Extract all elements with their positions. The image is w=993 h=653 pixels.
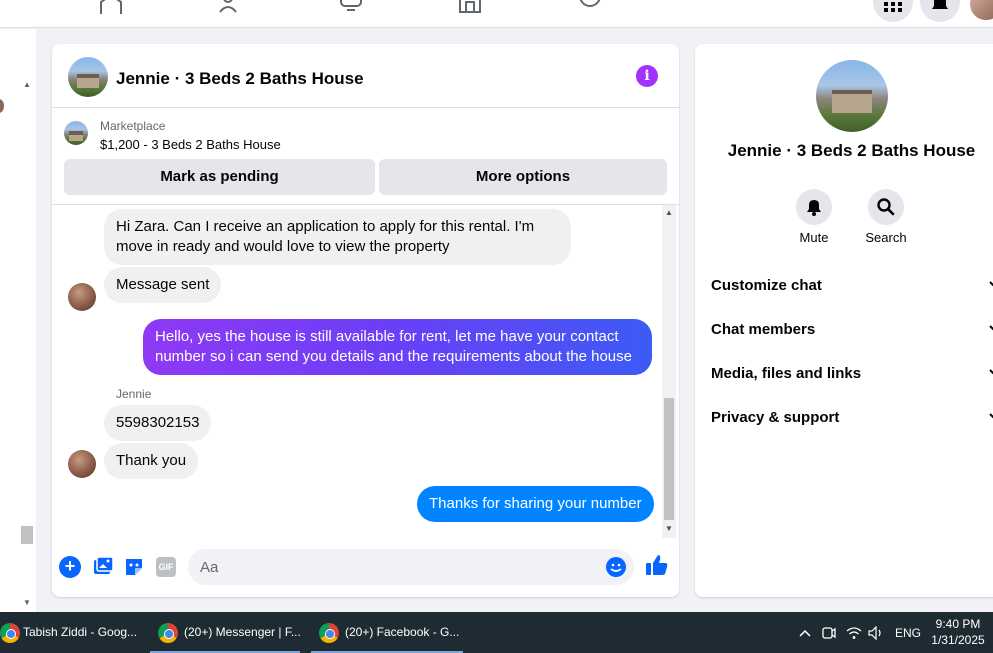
scrollbar-thumb[interactable] bbox=[664, 398, 674, 520]
scroll-up-arrow[interactable]: ▲ bbox=[665, 208, 673, 217]
chat-members-row[interactable]: Chat members bbox=[711, 319, 993, 341]
chrome-icon bbox=[319, 623, 339, 643]
listing-price[interactable]: $1,200 - 3 Beds 2 Baths House bbox=[100, 137, 281, 152]
wifi-icon[interactable] bbox=[846, 626, 862, 640]
friends-icon[interactable] bbox=[218, 0, 244, 14]
outgoing-message[interactable]: Hello, yes the house is still available … bbox=[143, 319, 652, 375]
menu-grid-button[interactable] bbox=[873, 0, 913, 22]
home-icon[interactable] bbox=[98, 0, 124, 14]
search-button[interactable] bbox=[868, 189, 904, 225]
image-icon[interactable] bbox=[92, 556, 114, 578]
mark-as-pending-button[interactable]: Mark as pending bbox=[64, 159, 375, 195]
left-scrollbar-thumb[interactable] bbox=[21, 526, 33, 544]
chevron-down-icon bbox=[989, 281, 993, 287]
chrome-icon bbox=[0, 623, 20, 643]
info-icon[interactable]: i bbox=[636, 65, 658, 87]
privacy-support-row[interactable]: Privacy & support bbox=[711, 407, 993, 429]
language-indicator[interactable]: ENG bbox=[895, 626, 921, 640]
taskbar-item-chrome-1[interactable]: Tabish Ziddi - Goog... bbox=[0, 612, 145, 653]
left-column: ▲ ▼ bbox=[0, 29, 36, 612]
sticker-icon[interactable] bbox=[123, 556, 145, 578]
chat-panel: Jennie · 3 Beds 2 Baths House i Marketpl… bbox=[52, 44, 679, 597]
taskbar-item-label: Tabish Ziddi - Goog... bbox=[23, 625, 138, 639]
search-label: Search bbox=[865, 230, 907, 245]
marketplace-icon[interactable] bbox=[457, 0, 483, 14]
row-label: Chat members bbox=[711, 321, 816, 338]
message-input[interactable] bbox=[188, 549, 634, 585]
taskbar-item-messenger[interactable]: (20+) Messenger | F... bbox=[150, 612, 301, 653]
incoming-message[interactable]: Hi Zara. Can I receive an application to… bbox=[104, 209, 571, 265]
panel-title: Jennie · 3 Beds 2 Baths House bbox=[727, 141, 976, 160]
mute-label: Mute bbox=[799, 230, 829, 245]
search-icon bbox=[877, 198, 895, 216]
taskbar: Tabish Ziddi - Goog... (20+) Messenger |… bbox=[0, 612, 993, 653]
sender-avatar[interactable] bbox=[68, 450, 96, 478]
row-label: Customize chat bbox=[711, 277, 822, 294]
watch-icon[interactable] bbox=[338, 0, 364, 14]
chevron-down-icon bbox=[989, 413, 993, 419]
plus-icon[interactable]: + bbox=[59, 556, 81, 578]
taskbar-item-label: (20+) Facebook - G... bbox=[345, 625, 460, 639]
incoming-message[interactable]: Message sent bbox=[104, 267, 222, 303]
message-list: Hi Zara. Can I receive an application to… bbox=[52, 205, 679, 538]
scroll-down-arrow[interactable]: ▼ bbox=[23, 598, 31, 607]
incoming-message[interactable]: Thank you bbox=[104, 443, 199, 479]
listing-thumbnail[interactable] bbox=[64, 121, 88, 145]
row-label: Privacy & support bbox=[711, 409, 840, 426]
chat-title[interactable]: Jennie · 3 Beds 2 Baths House bbox=[116, 69, 364, 89]
incoming-message[interactable]: 5598302153 bbox=[104, 405, 212, 441]
clock-time: 9:40 PM bbox=[935, 617, 981, 631]
outgoing-message[interactable]: Thanks for sharing your number bbox=[417, 486, 654, 522]
sender-avatar[interactable] bbox=[68, 283, 96, 311]
gif-icon[interactable]: GIF bbox=[156, 557, 176, 577]
emoji-icon[interactable] bbox=[606, 557, 626, 577]
profile-avatar[interactable] bbox=[968, 0, 993, 22]
chat-header: Jennie · 3 Beds 2 Baths House i bbox=[52, 44, 679, 108]
composer: + GIF bbox=[52, 538, 679, 597]
mute-button[interactable] bbox=[796, 189, 832, 225]
chevron-down-icon bbox=[989, 325, 993, 331]
taskbar-item-facebook[interactable]: (20+) Facebook - G... bbox=[311, 612, 463, 653]
taskbar-item-label: (20+) Messenger | F... bbox=[184, 625, 301, 639]
sender-name: Jennie bbox=[116, 387, 152, 401]
bell-icon bbox=[932, 0, 948, 9]
like-icon[interactable] bbox=[644, 552, 670, 578]
scroll-up-arrow[interactable]: ▲ bbox=[23, 80, 31, 89]
meet-icon[interactable] bbox=[822, 626, 836, 640]
row-label: Media, files and links bbox=[711, 365, 862, 382]
chrome-icon bbox=[158, 623, 178, 643]
notifications-button[interactable] bbox=[920, 0, 960, 22]
chat-avatar[interactable] bbox=[68, 57, 108, 97]
more-options-button[interactable]: More options bbox=[379, 159, 667, 195]
chevron-up-icon[interactable] bbox=[799, 629, 811, 637]
menu-grid-icon bbox=[884, 2, 902, 12]
scroll-down-arrow[interactable]: ▼ bbox=[665, 524, 673, 533]
groups-icon[interactable] bbox=[577, 0, 603, 14]
clock-date: 1/31/2025 bbox=[931, 633, 985, 647]
bell-icon bbox=[807, 200, 821, 216]
chat-info-panel: Jennie · 3 Beds 2 Baths House Mute Searc… bbox=[695, 44, 993, 597]
clock[interactable]: 9:40 PM 1/31/2025 bbox=[926, 616, 990, 648]
marketplace-label: Marketplace bbox=[100, 119, 166, 133]
profile-image[interactable] bbox=[816, 60, 888, 132]
top-navigation bbox=[0, 0, 993, 28]
partial-avatar bbox=[0, 99, 4, 113]
customize-chat-row[interactable]: Customize chat bbox=[711, 275, 993, 297]
chevron-down-icon bbox=[989, 369, 993, 375]
message-scrollbar[interactable]: ▲ ▼ bbox=[662, 205, 676, 538]
volume-icon[interactable] bbox=[868, 626, 884, 640]
media-files-links-row[interactable]: Media, files and links bbox=[711, 363, 993, 385]
